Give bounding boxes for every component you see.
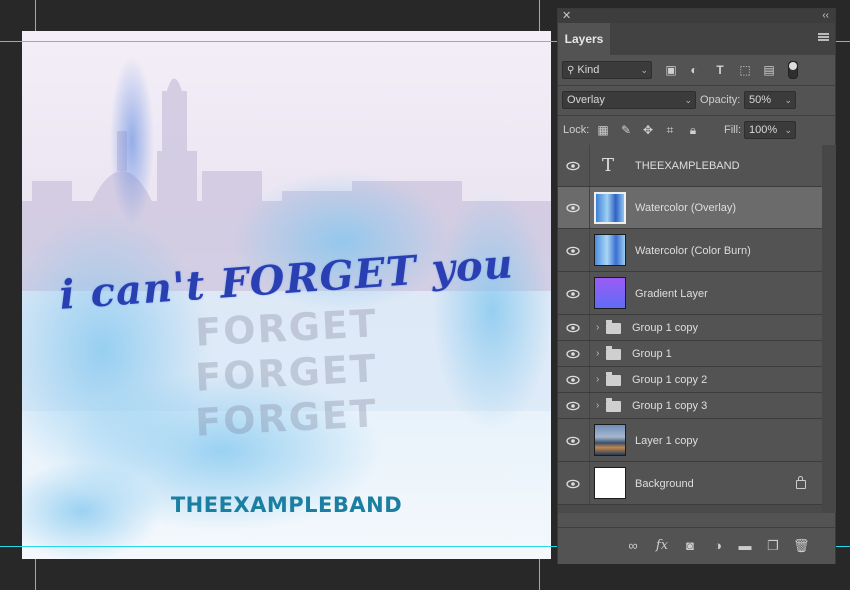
eye-icon[interactable] <box>566 244 580 258</box>
eye-icon[interactable] <box>566 321 580 335</box>
chevron-down-icon: ⌄ <box>784 125 792 135</box>
opacity-value: 50% <box>749 94 772 106</box>
fx-icon[interactable]: fx <box>654 538 670 554</box>
fill-label: Fill: <box>724 124 742 136</box>
layer-name: Group 1 copy 3 <box>632 400 708 412</box>
eye-icon[interactable] <box>566 201 580 215</box>
layers-list: T THEEXAMPLEBAND Watercolor (Overlay) Wa… <box>558 145 822 513</box>
layer-row-group-1-copy-3[interactable]: › Group 1 copy 3 <box>558 393 822 419</box>
filter-adjustment-icon[interactable]: ◐ <box>687 63 701 77</box>
add-mask-icon[interactable]: ◙ <box>682 538 698 554</box>
fill-input[interactable]: 100% ⌄ <box>744 121 796 139</box>
lock-transparent-icon[interactable]: ▦ <box>596 123 610 137</box>
filter-kind-label: Kind <box>577 64 600 76</box>
new-group-icon[interactable]: ▬ <box>737 538 753 554</box>
lock-position-icon[interactable]: ✥ <box>641 123 655 137</box>
filter-row: ⚲ Kind ⌄ ▣ ◐ T ⬚ ▤ <box>558 55 835 86</box>
blend-row: Overlay ⌄ Opacity: 50% ⌄ <box>558 86 835 116</box>
layer-row-theexampleband[interactable]: T THEEXAMPLEBAND <box>558 145 822 187</box>
layer-row-group-1[interactable]: › Group 1 <box>558 341 822 367</box>
folder-icon <box>606 398 621 412</box>
folder-icon <box>606 320 621 334</box>
eye-icon[interactable] <box>566 434 580 448</box>
search-icon: ⚲ <box>567 65 575 76</box>
eye-icon[interactable] <box>566 477 580 491</box>
expand-chevron-icon[interactable]: › <box>596 374 599 385</box>
eye-icon[interactable] <box>566 347 580 361</box>
trash-icon[interactable]: 🗑︎ <box>793 538 810 554</box>
layer-thumbnail <box>594 277 626 309</box>
chevron-down-icon: ⌄ <box>640 65 648 75</box>
filter-kind-select[interactable]: ⚲ Kind ⌄ <box>562 61 652 79</box>
filter-pixel-icon[interactable]: ▣ <box>664 63 678 77</box>
lock-image-icon[interactable]: ✎ <box>619 123 633 137</box>
layer-name: Group 1 <box>632 348 672 360</box>
blend-mode-value: Overlay <box>567 94 605 106</box>
layer-row-watercolor-color-burn[interactable]: Watercolor (Color Burn) <box>558 229 822 272</box>
close-icon[interactable]: ✕ <box>562 9 571 23</box>
expand-chevron-icon[interactable]: › <box>596 400 599 411</box>
layer-row-group-1-copy-2[interactable]: › Group 1 copy 2 <box>558 367 822 393</box>
band-name-text: THEEXAMPLEBAND <box>170 493 403 517</box>
layer-thumbnail <box>594 192 626 224</box>
filter-smart-object-icon[interactable]: ▤ <box>762 63 776 77</box>
chevron-down-icon: ⌄ <box>684 95 692 105</box>
layer-name: Group 1 copy <box>632 322 699 334</box>
layer-name: Watercolor (Color Burn) <box>635 245 751 257</box>
filter-type-icon[interactable]: T <box>713 63 727 77</box>
layer-row-group-1-copy[interactable]: › Group 1 copy <box>558 315 822 341</box>
opacity-label: Opacity: <box>700 94 741 106</box>
chevron-down-icon: ⌄ <box>784 95 792 105</box>
expand-chevron-icon[interactable]: › <box>596 322 599 333</box>
document-canvas[interactable]: i can't FORGET you FORGET FORGET FORGET … <box>22 31 551 559</box>
expand-chevron-icon[interactable]: › <box>596 348 599 359</box>
lock-all-icon[interactable]: 🔒︎ <box>686 123 700 137</box>
collapse-icon[interactable]: ‹‹ <box>822 9 829 23</box>
folder-icon <box>606 346 621 360</box>
panel-footer: ∞ fx ◙ ◑ ▬ ❐ 🗑︎ <box>558 527 835 564</box>
layer-name: THEEXAMPLEBAND <box>635 160 740 172</box>
layer-name: Group 1 copy 2 <box>632 374 708 386</box>
eye-icon[interactable] <box>566 159 580 173</box>
text-layer-icon: T <box>602 155 615 176</box>
adjustment-layer-icon[interactable]: ◑ <box>710 538 726 554</box>
lock-artboard-icon[interactable]: ⌗ <box>663 123 677 137</box>
layer-row-background[interactable]: Background <box>558 462 822 505</box>
blend-mode-select[interactable]: Overlay ⌄ <box>562 91 696 109</box>
filter-toggle[interactable] <box>788 61 798 79</box>
layers-panel: ✕ ‹‹ Layers ⚲ Kind ⌄ ▣ ◐ T ⬚ ▤ Overlay ⌄… <box>557 8 836 564</box>
watercolor-drip <box>110 56 154 226</box>
layer-row-watercolor-overlay[interactable]: Watercolor (Overlay) <box>558 187 822 229</box>
layer-thumbnail <box>594 234 626 266</box>
new-layer-icon[interactable]: ❐ <box>765 538 781 554</box>
folder-icon <box>606 372 621 386</box>
layer-name: Layer 1 copy <box>635 435 698 447</box>
layers-scrollbar[interactable] <box>822 145 836 513</box>
lock-icon <box>796 476 806 489</box>
link-layers-icon[interactable]: ∞ <box>625 538 641 554</box>
layer-name: Watercolor (Overlay) <box>635 202 737 214</box>
layer-name: Gradient Layer <box>635 288 708 300</box>
opacity-input[interactable]: 50% ⌄ <box>744 91 796 109</box>
panel-menu-icon[interactable] <box>818 33 829 41</box>
layer-thumbnail <box>594 467 626 499</box>
fill-value: 100% <box>749 124 778 136</box>
lock-label: Lock: <box>563 124 590 136</box>
panel-header-strip: ✕ ‹‹ <box>558 9 835 23</box>
filter-shape-icon[interactable]: ⬚ <box>738 63 752 77</box>
eye-icon[interactable] <box>566 373 580 387</box>
layer-thumbnail <box>594 424 626 456</box>
layer-name: Background <box>635 478 694 490</box>
eye-icon[interactable] <box>566 399 580 413</box>
eye-icon[interactable] <box>566 287 580 301</box>
tab-layers[interactable]: Layers <box>558 23 610 55</box>
layer-row-gradient-layer[interactable]: Gradient Layer <box>558 272 822 315</box>
panel-tab-bar: Layers <box>558 23 835 55</box>
lock-row: Lock: ▦ ✎ ✥ ⌗ 🔒︎ Fill: 100% ⌄ <box>558 116 835 146</box>
layer-row-layer-1-copy[interactable]: Layer 1 copy <box>558 419 822 462</box>
